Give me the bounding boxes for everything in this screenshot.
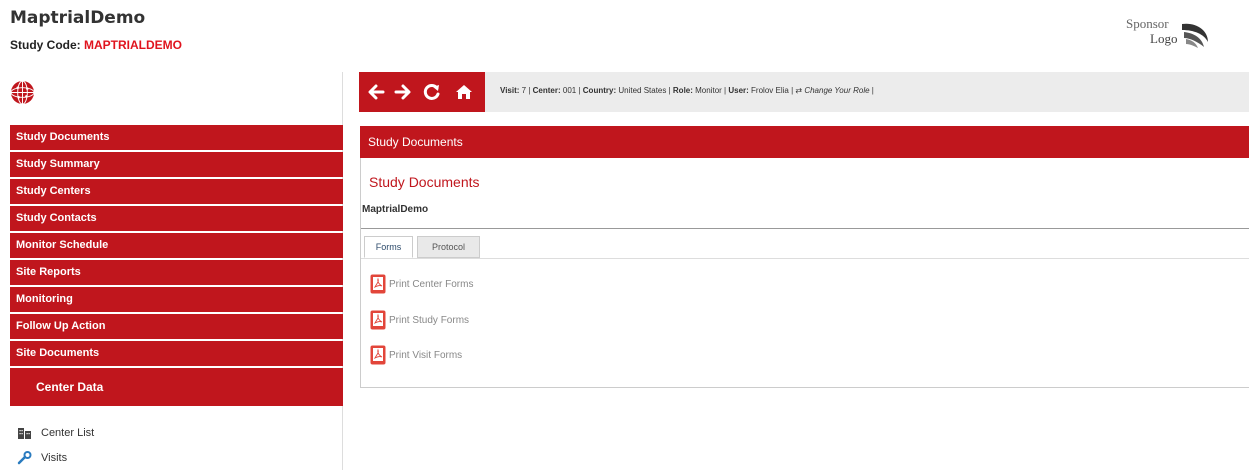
pdf-icon — [370, 274, 386, 294]
arrow-right-icon[interactable] — [392, 81, 414, 103]
print-center-forms-link[interactable]: Print Center Forms — [370, 274, 473, 294]
user-value: Frolov Elia — [751, 86, 789, 95]
country-value: United States — [618, 86, 667, 95]
study-code: Study Code: MAPTRIALDEMO — [10, 38, 182, 52]
panel-title: Study Documents — [369, 174, 480, 190]
visit-label: Visit: — [500, 86, 520, 95]
user-label: User: — [728, 86, 749, 95]
sponsor-logo-line1: Sponsor — [1126, 16, 1169, 31]
nav-button-group — [359, 72, 485, 112]
center-value: 001 — [562, 86, 577, 95]
sponsor-logo-line2: Logo — [1150, 31, 1178, 46]
sidebar-item-site-documents[interactable]: Site Documents — [10, 341, 343, 366]
center-label: Center: — [532, 86, 561, 95]
panel-divider — [361, 228, 1249, 229]
print-visit-forms-link[interactable]: Print Visit Forms — [370, 345, 462, 365]
sidebar-link-center-list[interactable]: Center List — [10, 420, 343, 445]
session-info-bar: Visit: 7 | Center: 001 | Country: United… — [500, 86, 874, 95]
print-study-forms-label: Print Study Forms — [389, 314, 470, 326]
pdf-icon — [370, 310, 386, 330]
swap-icon: ⇄ — [795, 86, 803, 95]
sidebar-item-study-documents[interactable]: Study Documents — [10, 125, 343, 150]
sponsor-logo: Sponsor Logo — [1122, 14, 1217, 50]
panel-subtitle: MaptrialDemo — [362, 204, 429, 215]
sidebar-section-center-data[interactable]: Center Data — [10, 368, 343, 406]
sidebar-item-monitoring[interactable]: Monitoring — [10, 287, 343, 312]
sidebar-item-study-centers[interactable]: Study Centers — [10, 179, 343, 204]
sidebar-item-site-reports[interactable]: Site Reports — [10, 260, 343, 285]
sidebar-item-follow-up-action[interactable]: Follow Up Action — [10, 314, 343, 339]
app-title: MaptrialDemo — [10, 8, 146, 28]
role-label: Role: — [672, 86, 693, 95]
sidebar-link-visits[interactable]: Visits — [10, 445, 343, 470]
country-label: Country: — [582, 86, 617, 95]
change-role-link[interactable]: Change Your Role — [804, 86, 869, 95]
toolbar: Visit: 7 | Center: 001 | Country: United… — [359, 72, 1249, 112]
print-center-forms-label: Print Center Forms — [389, 278, 474, 290]
print-study-forms-link[interactable]: Print Study Forms — [370, 310, 469, 330]
study-code-label: Study Code: — [10, 38, 81, 52]
tabs-baseline — [361, 258, 1249, 259]
content-header: Study Documents — [360, 126, 1249, 158]
building-icon — [18, 427, 31, 439]
wrench-icon — [17, 450, 32, 464]
center-data-links: Center List Visits — [10, 420, 343, 470]
study-documents-panel: Study Documents MaptrialDemo Forms Proto… — [360, 158, 1249, 388]
sidebar-item-study-contacts[interactable]: Study Contacts — [10, 206, 343, 231]
refresh-icon[interactable] — [421, 81, 443, 103]
sidebar-menu: Study Documents Study Summary Study Cent… — [10, 125, 343, 406]
sponsor-swirl-icon — [1182, 23, 1208, 48]
home-icon[interactable] — [453, 81, 475, 103]
sidebar-item-study-summary[interactable]: Study Summary — [10, 152, 343, 177]
visit-value: 7 — [521, 86, 527, 95]
arrow-left-icon[interactable] — [365, 81, 387, 103]
center-list-label: Center List — [41, 426, 95, 439]
globe-logo-icon — [10, 80, 35, 105]
study-code-value: MAPTRIALDEMO — [84, 38, 183, 52]
role-value: Monitor — [695, 86, 722, 95]
sidebar-item-monitor-schedule[interactable]: Monitor Schedule — [10, 233, 343, 258]
print-visit-forms-label: Print Visit Forms — [389, 349, 463, 361]
tab-forms[interactable]: Forms — [364, 236, 413, 258]
pdf-icon — [370, 345, 386, 365]
tab-protocol[interactable]: Protocol — [417, 236, 480, 258]
visits-label: Visits — [41, 451, 68, 464]
